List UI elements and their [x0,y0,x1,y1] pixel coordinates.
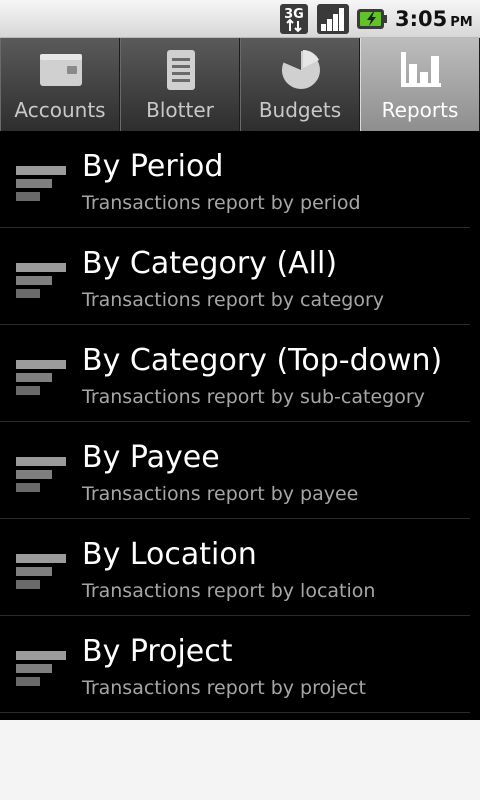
tab-bar: Accounts Blotter Budgets Reports [0,38,480,131]
pie-chart-icon [281,50,320,89]
report-title: By Period [82,149,224,184]
report-title: By Category (All) [82,246,338,281]
report-icon [16,651,66,686]
report-subtitle: Transactions report by project [82,677,366,699]
report-icon [16,166,66,201]
network-3g-icon: 3G [280,4,308,34]
report-title: By Location [82,537,257,572]
report-item-by-period[interactable]: By Period Transactions report by period [0,131,480,228]
report-list: By Period Transactions report by period … [0,131,480,720]
report-icon [16,554,66,589]
divider [0,712,470,713]
report-title: By Project [82,634,233,669]
report-item-by-location[interactable]: By Location Transactions report by locat… [0,519,480,616]
report-subtitle: Transactions report by category [82,289,385,311]
tab-accounts[interactable]: Accounts [0,38,120,131]
tab-blotter[interactable]: Blotter [120,38,240,131]
wallet-icon [40,54,82,86]
report-subtitle: Transactions report by payee [82,483,359,505]
document-list-icon [167,50,195,90]
report-subtitle: Transactions report by period [82,192,361,214]
clock: 3:05 PM [395,7,473,31]
report-item-by-payee[interactable]: By Payee Transactions report by payee [0,422,480,519]
report-icon [16,457,66,492]
battery-charging-icon [357,9,387,29]
report-item-by-project[interactable]: By Project Transactions report by projec… [0,616,480,713]
signal-strength-icon [317,4,349,34]
tab-budgets[interactable]: Budgets [240,38,360,131]
report-icon [16,360,66,395]
status-bar: 3G 3:05 PM [0,0,480,38]
report-title: By Category (Top-down) [82,343,443,378]
report-icon [16,263,66,298]
report-title: By Payee [82,440,220,475]
report-item-by-category-top-down[interactable]: By Category (Top-down) Transactions repo… [0,325,480,422]
tab-reports[interactable]: Reports [360,38,480,131]
report-item-by-category-all[interactable]: By Category (All) Transactions report by… [0,228,480,325]
bar-chart-icon [401,52,441,87]
svg-text:3G: 3G [284,7,304,22]
report-subtitle: Transactions report by sub-category [82,386,425,408]
report-subtitle: Transactions report by location [82,580,376,602]
